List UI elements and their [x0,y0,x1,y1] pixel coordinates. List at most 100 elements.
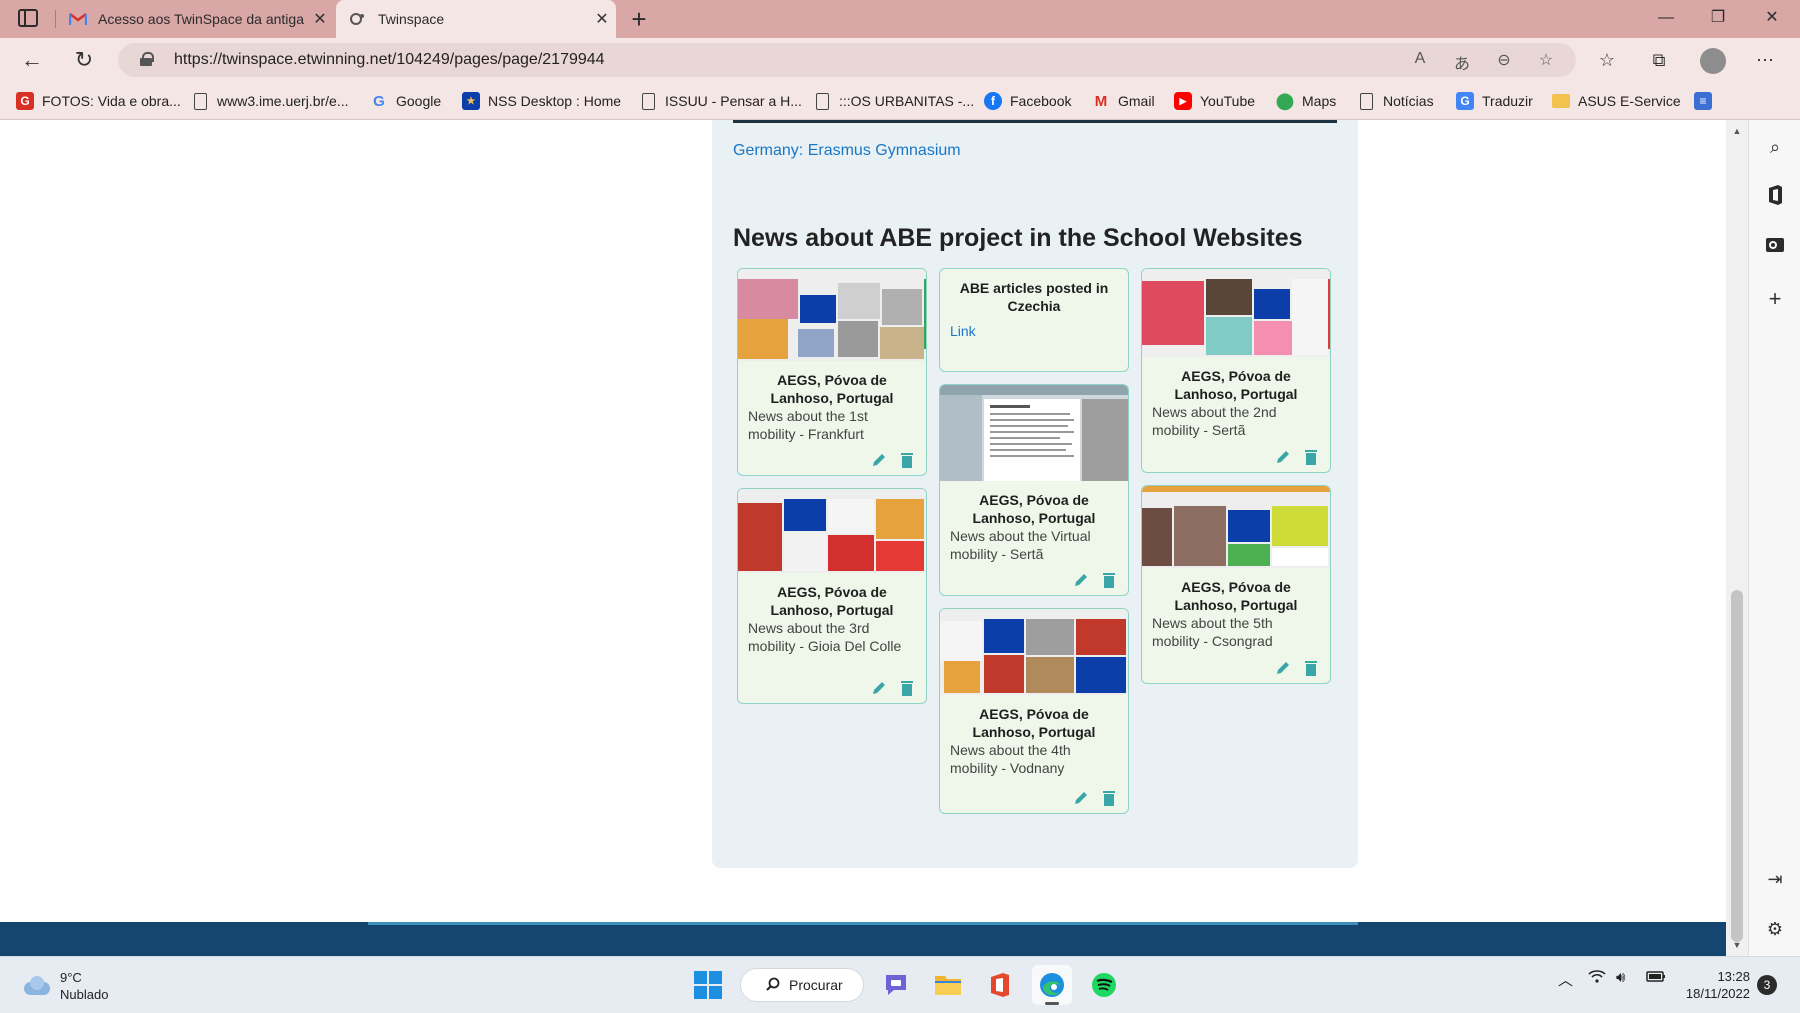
sidebar-settings-icon[interactable]: ⚙ [1762,916,1788,942]
bookmark-item[interactable]: ⬤ Maps [1276,90,1336,112]
reload-icon[interactable]: ↻ [68,46,100,74]
website-thumbnail[interactable] [940,609,1128,695]
bookmark-item[interactable]: f Facebook [984,90,1071,112]
bookmark-item[interactable]: ★ NSS Desktop : Home [462,90,621,112]
profile-avatar[interactable] [1700,48,1726,74]
news-card-czechia-articles[interactable]: ABE articles posted in Czechia Link [939,268,1129,372]
close-icon[interactable]: ✕ [588,9,616,29]
news-card-virtual-mobility[interactable]: AEGS, Póvoa de Lanhoso, Portugal News ab… [939,384,1129,596]
delete-trash-icon[interactable] [1302,659,1320,677]
new-tab-button[interactable]: + [624,4,654,34]
close-icon[interactable]: ✕ [306,9,334,29]
file-explorer-icon[interactable] [928,965,968,1005]
edit-pencil-icon[interactable] [870,679,888,697]
address-bar[interactable]: https://twinspace.etwinning.net/104249/p… [118,43,1576,77]
news-card-4th-mobility[interactable]: AEGS, Póvoa de Lanhoso, Portugal News ab… [939,608,1129,814]
website-thumbnail[interactable] [1142,486,1330,568]
card-title: AEGS, Póvoa de Lanhoso, Portugal [1174,368,1298,402]
bookmark-item[interactable]: :::OS URBANITAS -... [816,90,974,112]
spotify-icon[interactable] [1084,965,1124,1005]
edit-pencil-icon[interactable] [1274,448,1292,466]
outlook-icon[interactable] [1762,234,1788,260]
minimize-icon[interactable]: — [1640,0,1692,38]
lock-icon[interactable] [140,52,154,66]
edit-pencil-icon[interactable] [870,451,888,469]
taskbar-apps: Procurar [688,965,1124,1005]
bookmark-item[interactable]: ISSUU - Pensar a H... [642,90,802,112]
url-text[interactable]: https://twinspace.etwinning.net/104249/p… [174,51,605,69]
edit-pencil-icon[interactable] [1072,571,1090,589]
more-menu-icon[interactable]: ⋯ [1752,48,1778,72]
edit-pencil-icon[interactable] [1274,659,1292,677]
card-actions [1072,789,1118,807]
bookmark-item[interactable]: G Google [370,90,441,112]
bookmark-item[interactable]: M Gmail [1092,90,1155,112]
restore-icon[interactable]: ❐ [1692,0,1744,38]
volume-icon[interactable]: 🔊︎ [1616,969,1625,986]
favorites-icon[interactable]: ☆ [1594,48,1620,72]
weather-widget[interactable]: 9°C Nublado [20,969,108,1003]
germany-link[interactable]: Germany: Erasmus Gymnasium [733,142,961,160]
delete-trash-icon[interactable] [1100,789,1118,807]
collections-icon[interactable]: ⧉ [1646,48,1672,72]
battery-icon[interactable] [1646,969,1666,987]
bookmark-label: :::OS URBANITAS -... [839,93,975,109]
wifi-icon[interactable] [1588,969,1606,987]
notification-badge[interactable]: 3 [1757,975,1777,995]
bookmark-label: Google [396,93,442,109]
tab-twinspace[interactable]: Twinspace ✕ [336,0,616,38]
taskbar-search[interactable]: Procurar [740,968,864,1002]
scrollbar-thumb[interactable] [1731,590,1743,942]
news-card-3rd-mobility[interactable]: AEGS, Póvoa de Lanhoso, Portugal News ab… [737,488,927,704]
bookmark-item[interactable]: Notícias [1360,90,1434,112]
card-description: News about the 2nd mobility - Sertã [1152,404,1277,438]
news-card-5th-mobility[interactable]: AEGS, Póvoa de Lanhoso, Portugal News ab… [1141,485,1331,684]
card-description: News about the Virtual mobility - Sertã [950,528,1091,562]
delete-trash-icon[interactable] [1100,571,1118,589]
footer-highlight-line [368,922,1358,925]
czechia-link[interactable]: Link [940,323,1128,339]
scroll-up-arrow-icon[interactable]: ▲ [1732,126,1742,136]
edit-pencil-icon[interactable] [1072,789,1090,807]
delete-trash-icon[interactable] [898,451,916,469]
system-clock[interactable]: 13:28 18/11/2022 [1680,968,1750,1002]
back-arrow-icon[interactable]: ← [16,46,48,74]
image-bottom-border [733,120,1337,123]
website-thumbnail[interactable] [738,269,926,361]
website-thumbnail[interactable] [738,489,926,573]
tab-gmail[interactable]: Acesso aos TwinSpace da antiga ✕ [56,0,334,38]
office-icon[interactable] [1762,184,1788,210]
add-sidebar-app-icon[interactable]: + [1762,286,1788,312]
delete-trash-icon[interactable] [1302,448,1320,466]
office-app-icon[interactable] [980,965,1020,1005]
bookmark-item[interactable]: ASUS E-Service [1552,90,1681,112]
translate-page-icon[interactable]: あ [1450,50,1474,73]
card-title: AEGS, Póvoa de Lanhoso, Portugal [770,372,894,406]
tab-title: Twinspace [378,11,445,27]
add-favorite-icon[interactable]: ☆ [1534,50,1558,70]
teams-chat-icon[interactable] [876,965,916,1005]
start-button[interactable] [688,965,728,1005]
bookmark-item[interactable]: ▶ YouTube [1174,90,1255,112]
search-icon [766,977,780,991]
bookmark-item[interactable]: www3.ime.uerj.br/e... [194,90,348,112]
zoom-out-icon[interactable]: ⊖ [1492,50,1516,70]
hide-sidebar-icon[interactable]: ⇥ [1762,866,1788,892]
close-window-icon[interactable]: ✕ [1746,0,1798,38]
edge-browser-icon[interactable] [1032,965,1072,1005]
website-thumbnail[interactable] [1142,269,1330,357]
scroll-down-arrow-icon[interactable]: ▼ [1732,940,1742,950]
bookmark-item[interactable]: G Traduzir [1456,90,1533,112]
delete-trash-icon[interactable] [898,679,916,697]
website-thumbnail[interactable] [940,385,1128,481]
bookmark-overflow[interactable]: ≡ [1694,90,1720,112]
tab-actions-icon[interactable] [18,9,38,27]
page-footer-bar [0,922,1726,956]
news-card-2nd-mobility[interactable]: AEGS, Póvoa de Lanhoso, Portugal News ab… [1141,268,1331,473]
vertical-scrollbar[interactable]: ▲ ▼ [1726,120,1748,956]
news-card-1st-mobility[interactable]: AEGS, Póvoa de Lanhoso, Portugal News ab… [737,268,927,476]
sidebar-search-icon[interactable]: ⌕ [1762,134,1788,160]
read-aloud-icon[interactable]: A [1408,50,1432,70]
show-hidden-icons[interactable]: ︿ [1558,969,1573,990]
bookmark-item[interactable]: G FOTOS: Vida e obra... [16,90,181,112]
